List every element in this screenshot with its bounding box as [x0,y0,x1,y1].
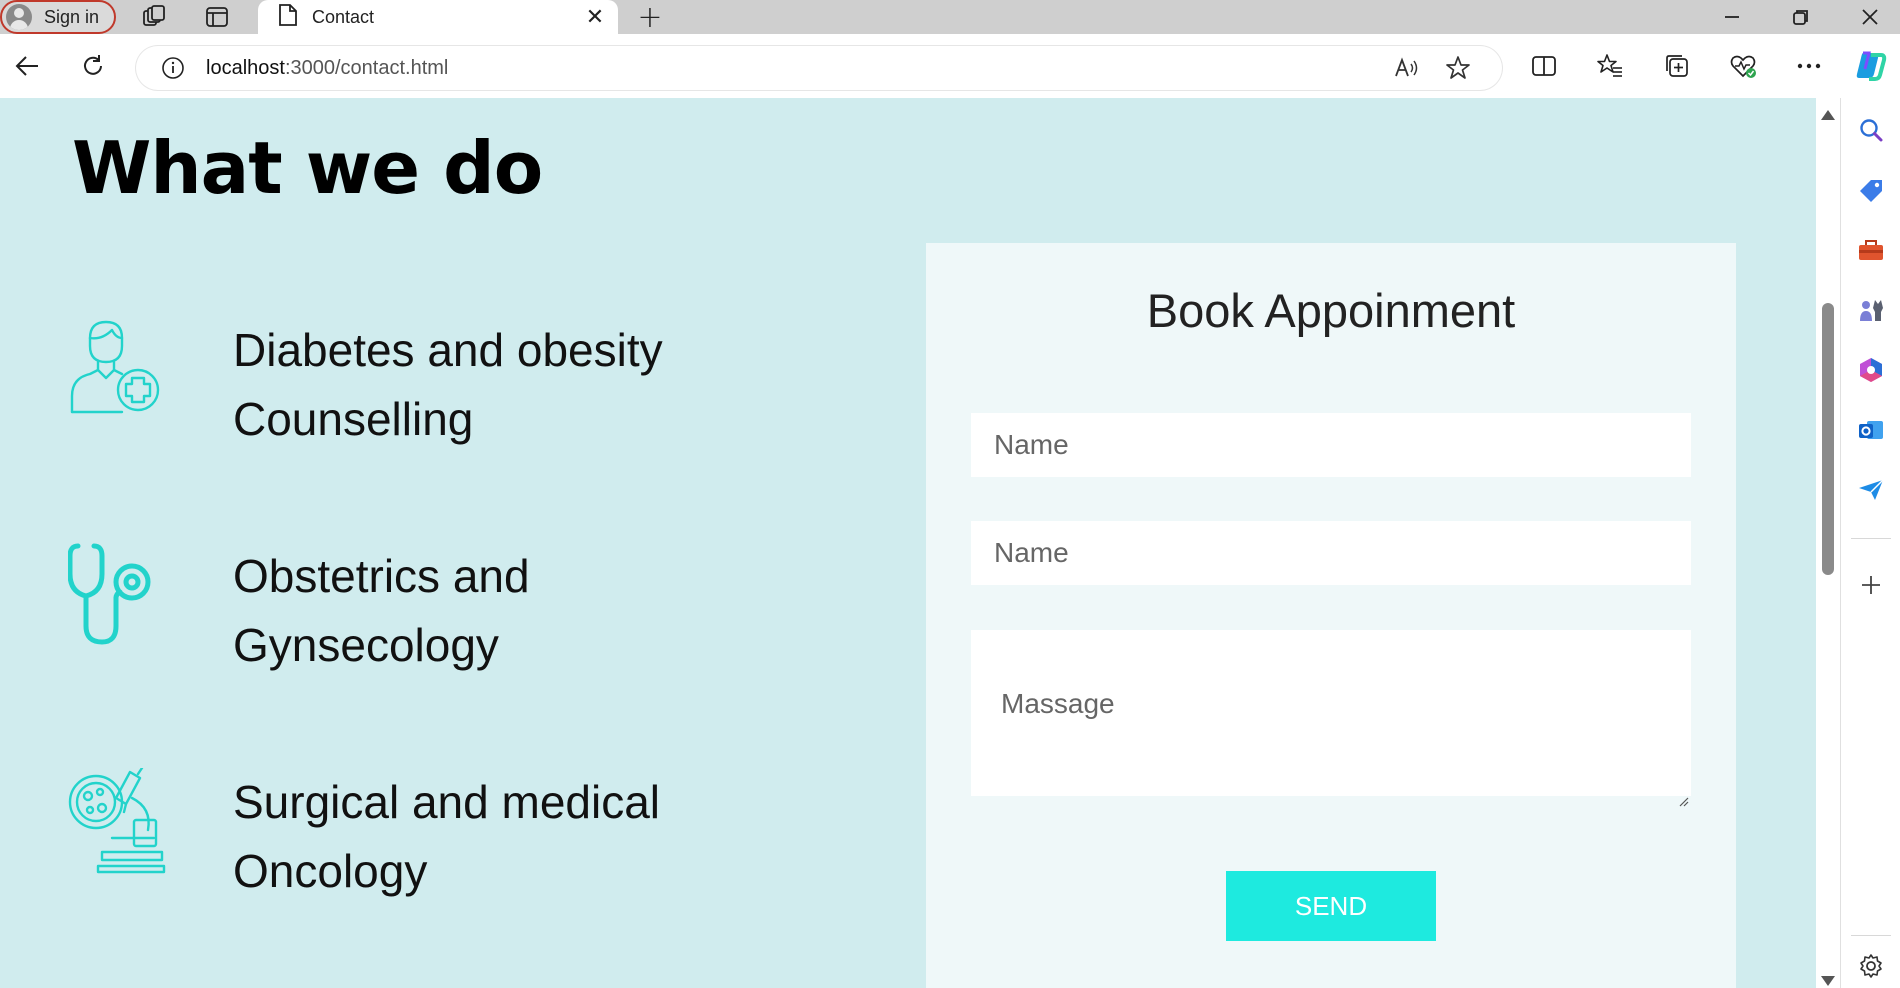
service-title: Surgical and medical Oncology [233,768,793,906]
search-icon[interactable] [1849,108,1893,152]
minimize-icon[interactable] [1697,0,1767,34]
service-title-line1: Diabetes and obesity [233,324,663,376]
microscope-icon [68,766,166,874]
close-window-icon[interactable] [1835,0,1900,34]
microsoft-365-icon[interactable] [1849,348,1893,392]
collections-icon[interactable] [1655,44,1699,88]
site-info-icon[interactable] [160,55,186,81]
service-title-line1: Obstetrics and [233,550,530,602]
service-title-line2: Counselling [233,393,474,445]
service-title-line2: Oncology [233,845,428,897]
page-icon [278,3,298,31]
appointment-form: Book Appoinment Name Name Massage SEND [926,243,1736,988]
url-text: localhost:3000/contact.html [206,57,448,80]
service-item: Surgical and medical Oncology [68,766,848,948]
service-item: Obstetrics and Gynsecology [67,542,848,722]
form-title: Book Appoinment [1146,284,1516,337]
message-placeholder: Massage [1001,688,1115,719]
sign-in-button[interactable]: Sign in [0,0,116,34]
tab-contact[interactable]: Contact ✕ [258,0,618,34]
games-icon[interactable] [1849,288,1893,332]
close-tab-icon[interactable]: ✕ [580,2,610,32]
name-input-2[interactable]: Name [971,521,1691,585]
tools-briefcase-icon[interactable] [1849,228,1893,272]
doctor-plus-icon [68,316,164,416]
name-input-placeholder: Name [994,429,1069,460]
service-title-line2: Gynsecology [233,619,499,671]
send-plane-icon[interactable] [1849,468,1893,512]
service-title: Diabetes and obesity Counselling [233,316,793,454]
page-title: What we do [72,126,543,210]
page-scrollbar[interactable] [1816,98,1840,988]
new-tab-button[interactable]: + [630,0,670,35]
url-host: localhost [206,56,285,79]
name-input[interactable]: Name [971,413,1691,477]
edge-sidebar [1840,98,1900,988]
message-textarea[interactable]: Massage [971,630,1691,807]
resize-handle-icon[interactable] [1677,782,1689,807]
sidebar-divider [1851,935,1891,936]
settings-gear-icon[interactable] [1849,944,1893,988]
favorite-star-icon[interactable] [1436,46,1480,90]
send-button[interactable]: SEND [1226,871,1436,941]
read-aloud-icon[interactable] [1384,46,1428,90]
name-input-2-placeholder: Name [994,537,1069,568]
refresh-icon[interactable] [71,44,115,88]
vertical-tabs-icon[interactable] [197,0,237,34]
service-title: Obstetrics and Gynsecology [233,542,793,680]
tab-strip: Sign in Contact ✕ + [0,0,1900,35]
scroll-down-arrow-icon[interactable] [1821,976,1835,986]
outlook-icon[interactable] [1849,408,1893,452]
page-viewport: What we do Diabetes and obesity Counsell… [0,98,1816,988]
browser-toolbar: localhost:3000/contact.html [0,34,1900,98]
browser-essentials-icon[interactable] [1721,44,1765,88]
back-arrow-icon[interactable] [5,44,49,88]
favorites-icon[interactable] [1588,44,1632,88]
more-options-icon[interactable] [1787,44,1831,88]
tab-title: Contact [312,6,375,27]
url-path: :3000/contact.html [284,56,449,79]
scrollbar-thumb[interactable] [1822,303,1834,575]
profile-avatar-icon [6,4,32,30]
shopping-tag-icon[interactable] [1849,168,1893,212]
service-title-line1: Surgical and medical [233,776,661,828]
copilot-icon[interactable] [1848,44,1892,88]
workspaces-icon[interactable] [134,0,174,34]
scroll-up-arrow-icon[interactable] [1821,110,1835,120]
add-sidebar-app-icon[interactable] [1849,563,1893,607]
service-item: Diabetes and obesity Counselling [68,316,848,496]
restore-icon[interactable] [1766,0,1836,34]
sidebar-divider [1851,538,1891,539]
address-bar[interactable]: localhost:3000/contact.html [136,46,1502,90]
stethoscope-icon [67,542,164,645]
sign-in-label: Sign in [44,6,100,27]
split-screen-icon[interactable] [1522,44,1566,88]
